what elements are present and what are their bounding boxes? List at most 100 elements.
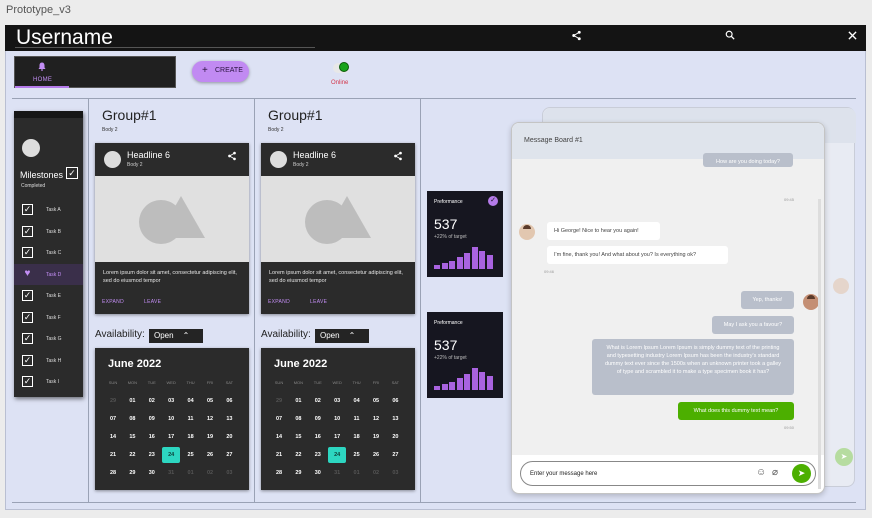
calendar-day[interactable]: 06 [220,393,238,409]
task-item[interactable]: ✓ Task I [14,371,83,393]
task-item[interactable]: ✓ Task H [14,350,83,372]
calendar-day[interactable]: 02 [143,393,161,409]
calendar-day[interactable]: 24 [162,447,181,463]
calendar-day[interactable]: 06 [386,393,404,409]
calendar-day[interactable]: 21 [270,447,288,463]
calendar-day[interactable]: 13 [386,411,404,427]
calendar-day[interactable]: 31 [162,465,180,481]
calendar-day[interactable]: 02 [309,393,327,409]
calendar-day[interactable]: 29 [104,393,122,409]
search-icon[interactable] [725,30,735,44]
calendar-day[interactable]: 18 [182,429,200,445]
calendar-day[interactable]: 04 [182,393,200,409]
task-item[interactable]: ✓ Task C [14,242,83,264]
calendar-day[interactable]: 14 [104,429,122,445]
calendar-day[interactable]: 15 [123,429,141,445]
expand-button[interactable]: EXPAND [268,299,290,305]
bell-icon[interactable] [38,62,46,73]
task-checkbox[interactable]: ✓ [22,247,33,258]
calendar-day[interactable]: 22 [123,447,141,463]
task-checkbox[interactable]: ✓ [22,333,33,344]
calendar-day[interactable]: 03 [328,393,346,409]
task-checkbox[interactable]: ✓ [22,311,33,323]
home-tab-label[interactable]: HOME [33,77,52,83]
calendar-day[interactable]: 03 [162,393,180,409]
calendar-day[interactable]: 17 [328,429,346,445]
calendar-day[interactable]: 03 [220,465,238,481]
task-checkbox[interactable]: ✓ [22,290,33,301]
calendar-day[interactable]: 23 [143,447,161,463]
calendar-day[interactable]: 29 [289,465,307,481]
calendar-day[interactable]: 11 [348,411,366,427]
task-checkbox[interactable]: ✓ [22,376,33,387]
chat-scrollbar[interactable] [818,199,821,489]
calendar-day[interactable]: 30 [143,465,161,481]
heart-icon[interactable]: ♥ [22,268,33,280]
calendar-day[interactable]: 20 [386,429,404,445]
calendar-day[interactable]: 23 [309,447,327,463]
online-toggle[interactable] [333,62,349,73]
calendar-day[interactable]: 28 [270,465,288,481]
calendar-day[interactable]: 01 [289,393,307,409]
calendar-day[interactable]: 02 [367,465,385,481]
calendar-day[interactable]: 26 [201,447,219,463]
calendar-day[interactable]: 30 [309,465,327,481]
calendar-day[interactable]: 09 [143,411,161,427]
calendar-day[interactable]: 01 [182,465,200,481]
message-input[interactable]: Enter your message here [530,471,597,477]
task-checkbox[interactable]: ✓ [22,225,33,237]
calendar-day[interactable]: 01 [123,393,141,409]
calendar-day[interactable]: 21 [104,447,122,463]
calendar-day[interactable]: 29 [270,393,288,409]
calendar-day[interactable]: 07 [104,411,122,427]
calendar-day[interactable]: 24 [328,447,347,463]
calendar-day[interactable]: 15 [289,429,307,445]
availability-select[interactable]: Open ⌃ [315,329,369,343]
task-item[interactable]: ✓ Task A [14,199,83,221]
expand-button[interactable]: EXPAND [102,299,124,305]
task-item[interactable]: ✓ Task E [14,285,83,307]
calendar-day[interactable]: 22 [289,447,307,463]
calendar-day[interactable]: 14 [270,429,288,445]
calendar-day[interactable]: 16 [143,429,161,445]
calendar-day[interactable]: 16 [309,429,327,445]
calendar-day[interactable]: 18 [348,429,366,445]
calendar-day[interactable]: 19 [201,429,219,445]
availability-select[interactable]: Open ⌃ [149,329,203,343]
calendar-day[interactable]: 08 [289,411,307,427]
calendar-day[interactable]: 13 [220,411,238,427]
calendar-day[interactable]: 08 [123,411,141,427]
calendar-day[interactable]: 07 [270,411,288,427]
calendar-day[interactable]: 10 [162,411,180,427]
calendar-day[interactable]: 28 [104,465,122,481]
share-icon[interactable] [393,151,403,164]
task-item[interactable]: ♥ Task D [14,263,83,285]
calendar-day[interactable]: 27 [386,447,404,463]
calendar-day[interactable]: 09 [309,411,327,427]
create-button[interactable]: + CREATE [192,61,249,82]
calendar-day[interactable]: 03 [386,465,404,481]
calendar-day[interactable]: 19 [367,429,385,445]
calendar-day[interactable]: 26 [367,447,385,463]
close-icon[interactable] [848,30,857,44]
paperclip-icon[interactable]: ⌀ [772,467,778,478]
calendar-day[interactable]: 04 [348,393,366,409]
task-checkbox[interactable]: ✓ [22,354,33,366]
calendar-day[interactable]: 12 [367,411,385,427]
emoji-icon[interactable]: ☺ [756,467,766,478]
leave-button[interactable]: LEAVE [144,299,161,305]
calendar-day[interactable]: 11 [182,411,200,427]
milestones-checkbox[interactable]: ✓ [66,167,78,179]
send-button[interactable]: ➤ [792,464,811,483]
calendar-day[interactable]: 05 [201,393,219,409]
share-icon[interactable] [227,151,237,164]
calendar-day[interactable]: 05 [367,393,385,409]
task-item[interactable]: ✓ Task G [14,328,83,350]
task-item[interactable]: ✓ Task F [14,307,83,329]
calendar-day[interactable]: 31 [328,465,346,481]
calendar-day[interactable]: 02 [201,465,219,481]
calendar-day[interactable]: 10 [328,411,346,427]
task-item[interactable]: ✓ Task B [14,221,83,243]
calendar-day[interactable]: 01 [348,465,366,481]
calendar-day[interactable]: 27 [220,447,238,463]
